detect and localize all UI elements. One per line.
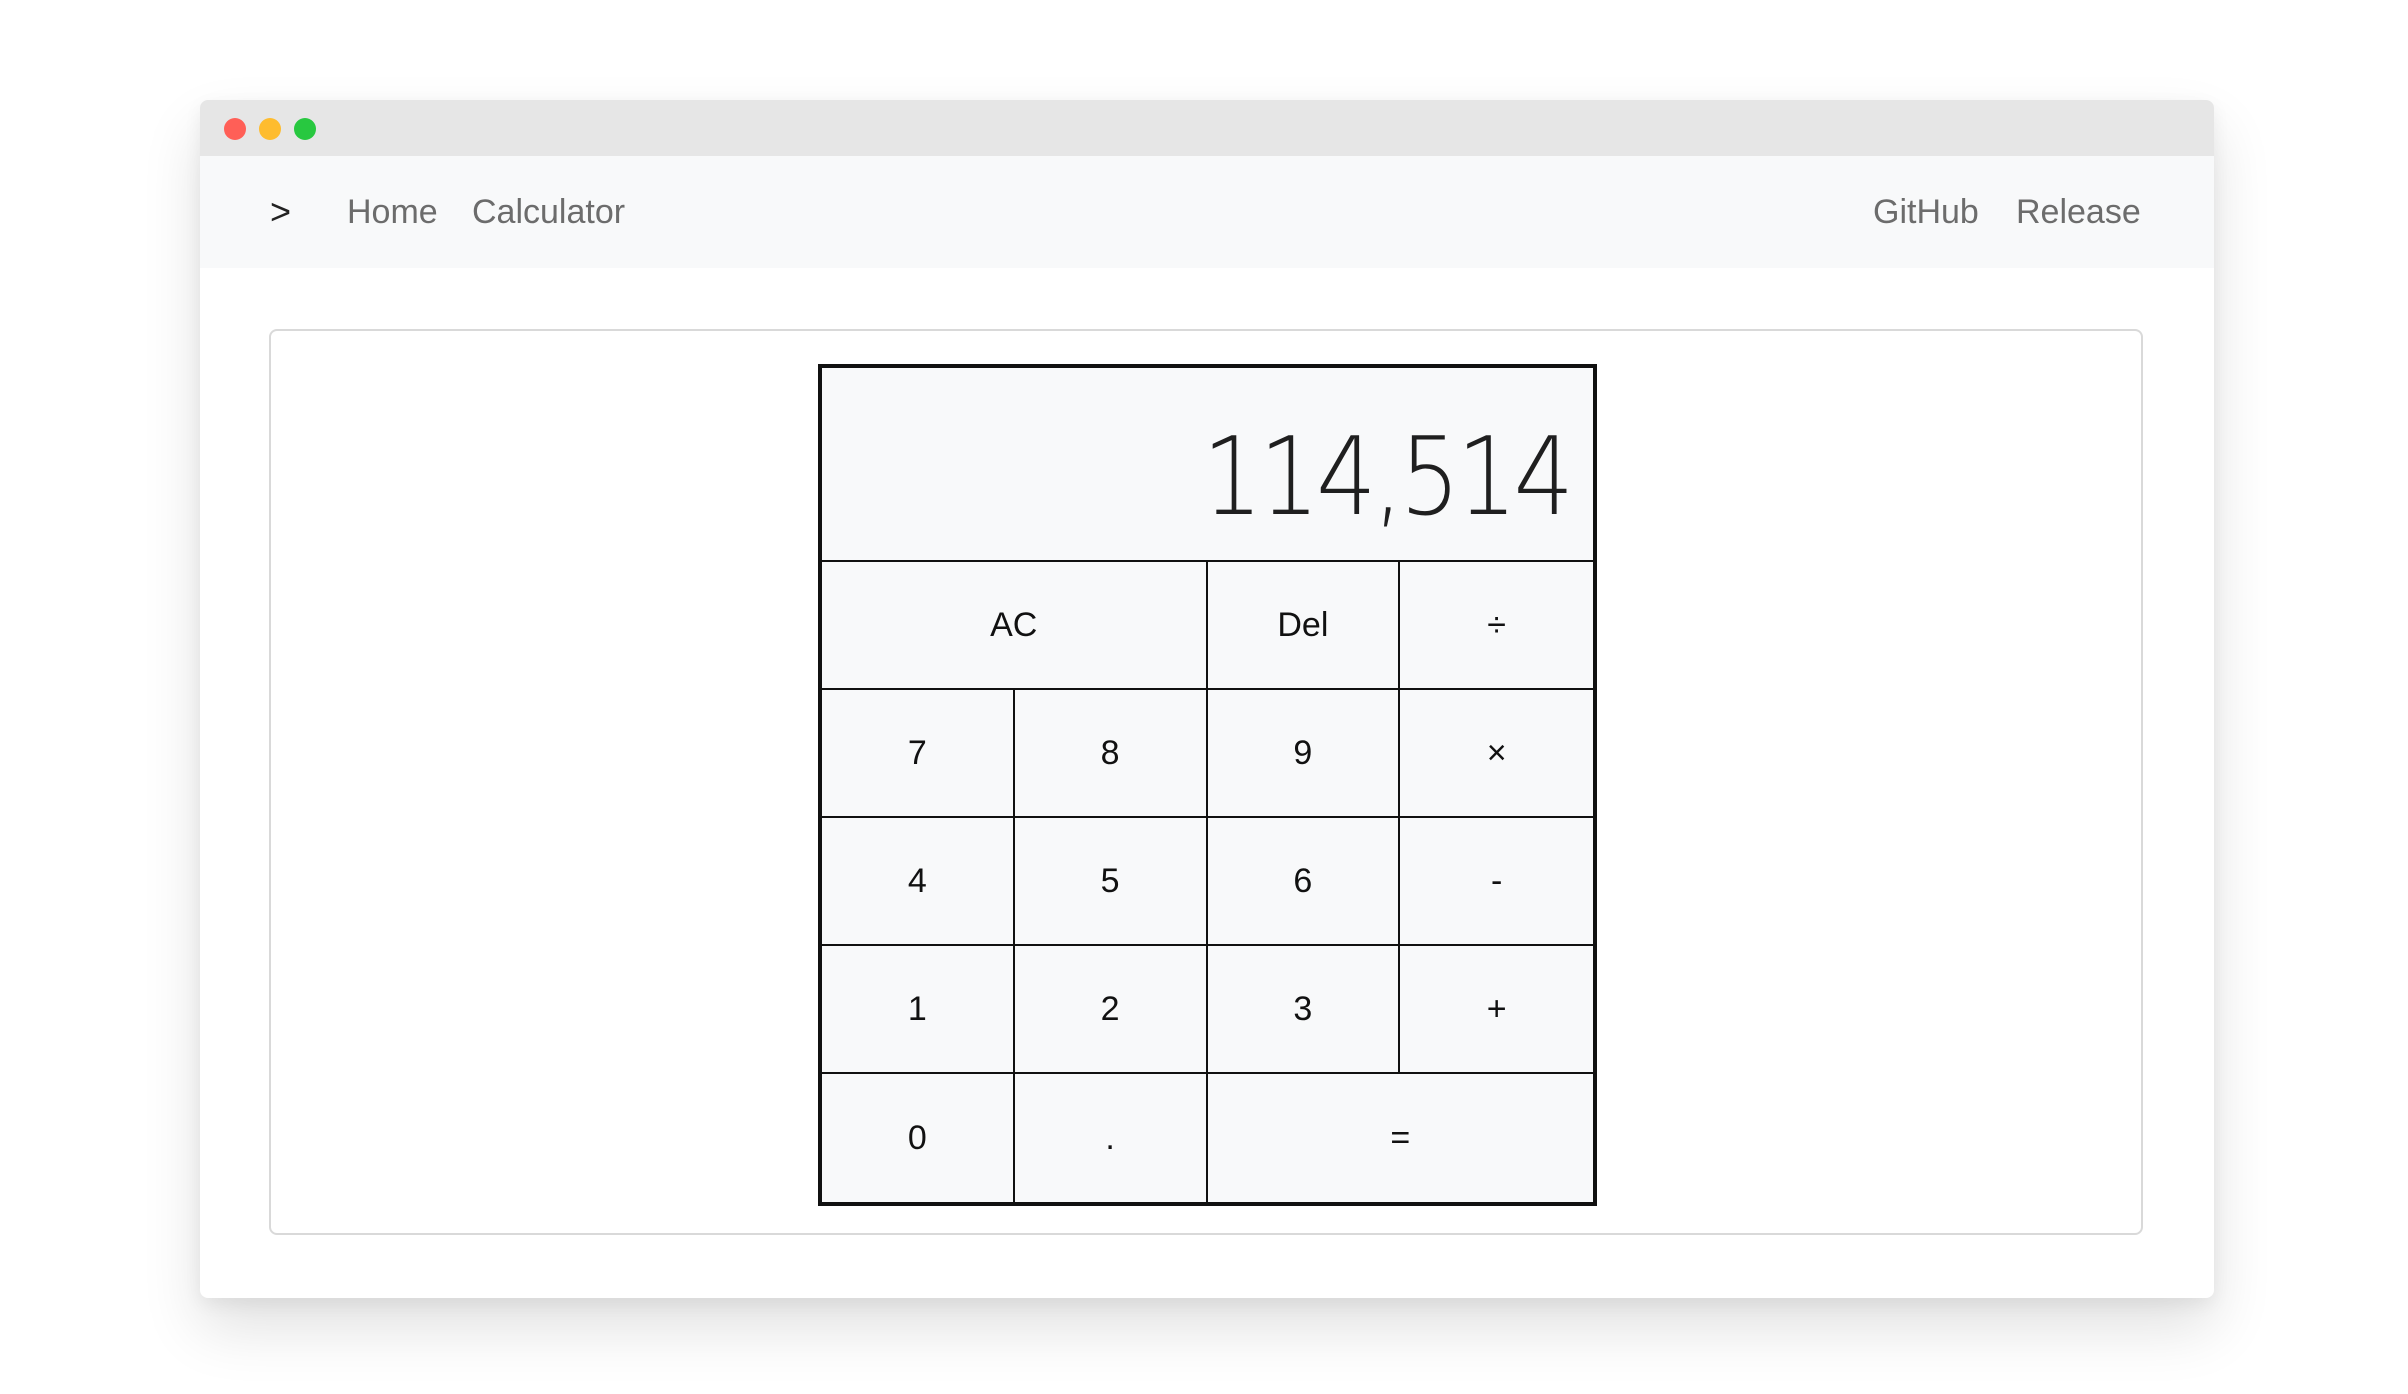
digit-6-button[interactable]: 6 bbox=[1207, 818, 1401, 946]
plus-button[interactable]: + bbox=[1400, 946, 1593, 1074]
digit-5-button[interactable]: 5 bbox=[1014, 818, 1208, 946]
nav-link-home[interactable]: Home bbox=[347, 156, 438, 268]
minus-button[interactable]: - bbox=[1400, 818, 1593, 946]
digit-2-button[interactable]: 2 bbox=[1014, 946, 1208, 1074]
display-value: 114,514 bbox=[1202, 415, 1575, 540]
digit-8-button[interactable]: 8 bbox=[1014, 690, 1208, 818]
digit-1-button[interactable]: 1 bbox=[822, 946, 1015, 1074]
divide-button[interactable]: ÷ bbox=[1400, 562, 1593, 690]
navbar-brand[interactable]: > bbox=[270, 156, 291, 268]
window-titlebar bbox=[200, 100, 2214, 156]
digit-4-button[interactable]: 4 bbox=[822, 818, 1015, 946]
calculator-keypad: AC Del ÷ 7 8 9 × 4 5 6 - 1 2 3 + 0 . = bbox=[822, 562, 1593, 1202]
maximize-window-button[interactable] bbox=[294, 118, 316, 140]
decimal-button[interactable]: . bbox=[1015, 1074, 1208, 1202]
calculator: 114,514 AC Del ÷ 7 8 9 × 4 5 6 - 1 2 3 +… bbox=[818, 364, 1597, 1206]
nav-link-calculator[interactable]: Calculator bbox=[472, 156, 625, 268]
digit-0-button[interactable]: 0 bbox=[822, 1074, 1015, 1202]
minimize-window-button[interactable] bbox=[259, 118, 281, 140]
digit-7-button[interactable]: 7 bbox=[822, 690, 1015, 818]
nav-link-github[interactable]: GitHub bbox=[1873, 156, 1979, 268]
nav-link-release[interactable]: Release bbox=[2016, 156, 2141, 268]
digit-3-button[interactable]: 3 bbox=[1207, 946, 1401, 1074]
multiply-button[interactable]: × bbox=[1400, 690, 1593, 818]
ac-button[interactable]: AC bbox=[822, 562, 1208, 690]
calculator-display: 114,514 bbox=[822, 368, 1593, 562]
equals-button[interactable]: = bbox=[1208, 1074, 1594, 1202]
delete-button[interactable]: Del bbox=[1207, 562, 1401, 690]
close-window-button[interactable] bbox=[224, 118, 246, 140]
digit-9-button[interactable]: 9 bbox=[1207, 690, 1401, 818]
navbar: > Home Calculator GitHub Release bbox=[200, 156, 2214, 268]
